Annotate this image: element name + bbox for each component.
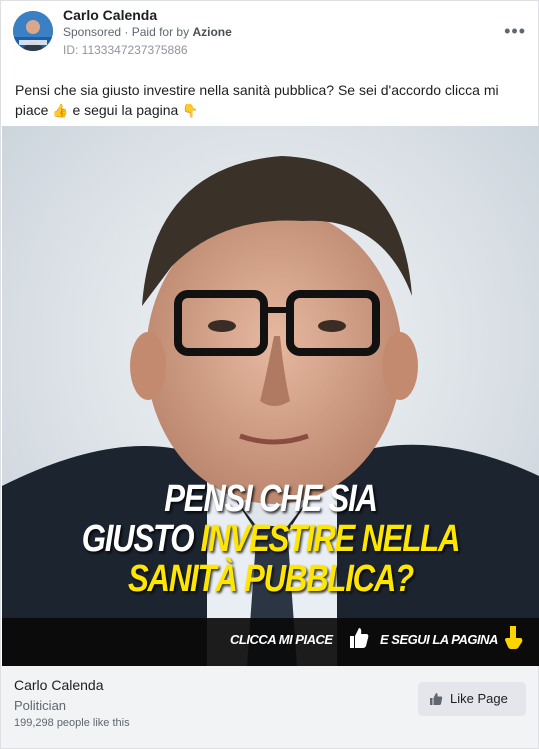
point-down-emoji: 👇 [182, 103, 199, 118]
caption-line-1: PENSI CHE SIA [164, 478, 378, 520]
cta-bar: CLICCA MI PIACE E SEGUI LA PAGINA [2, 618, 539, 666]
ad-card: Carlo Calenda Sponsored · Paid for by Az… [0, 0, 539, 749]
like-page-label: Like Page [450, 691, 508, 706]
author-name[interactable]: Carlo Calenda [63, 7, 157, 23]
like-page-button[interactable]: Like Page [418, 682, 526, 716]
footer-page-name[interactable]: Carlo Calenda [14, 677, 104, 693]
ad-id: ID: 1133347237375886 [63, 43, 188, 57]
footer-likes-count: 199,298 people like this [14, 717, 130, 729]
page-footer: Carlo Calenda Politician 199,298 people … [1, 666, 538, 748]
paid-for-by[interactable]: Azione [192, 25, 231, 39]
thumbs-up-icon [350, 628, 369, 648]
paid-for-prefix: · Paid for by [124, 25, 190, 39]
sponsored-line: Sponsored · Paid for by Azione [63, 25, 232, 39]
post-header: Carlo Calenda Sponsored · Paid for by Az… [13, 7, 528, 61]
avatar[interactable] [13, 11, 53, 51]
thumbs-up-emoji: 👍 [52, 103, 69, 118]
point-down-icon [505, 626, 523, 649]
like-icon [430, 693, 443, 705]
footer-category: Politician [14, 698, 67, 713]
post-text-part2: e segui la pagina [72, 102, 179, 118]
caption-line-2-white: GIUSTO [81, 518, 201, 560]
caption-line-3: SANITÀ PUBBLICA? [127, 558, 414, 600]
more-options-icon[interactable]: ••• [504, 21, 526, 42]
cta-like-text: CLICCA MI PIACE [230, 632, 333, 647]
caption-line-2-yellow: INVESTIRE NELLA [200, 518, 461, 560]
post-text: Pensi che sia giusto investire nella san… [15, 80, 520, 121]
ad-image[interactable]: PENSI CHE SIA GIUSTO INVESTIRE NELLA SAN… [2, 126, 539, 666]
image-caption: PENSI CHE SIA GIUSTO INVESTIRE NELLA SAN… [50, 479, 490, 599]
sponsored-label: Sponsored [63, 25, 122, 39]
cta-follow-text: E SEGUI LA PAGINA [380, 632, 498, 647]
